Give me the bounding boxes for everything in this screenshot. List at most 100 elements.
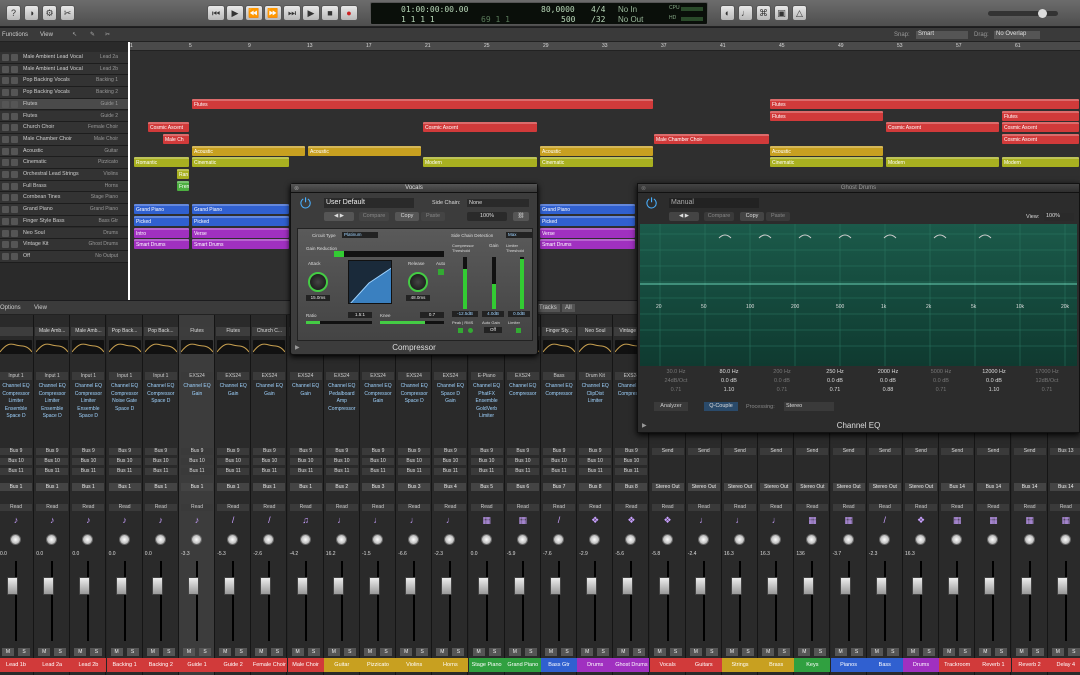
channel-strip[interactable]: Neo Soul Drum Kit Channel EQ ClipDist Limite… (577, 315, 614, 675)
mute-button[interactable]: M (291, 648, 304, 656)
qcouple-button[interactable]: Q-Couple (704, 402, 738, 411)
output-slot[interactable]: Bus 1 (72, 483, 105, 491)
channel-name[interactable]: Reverb 1 (975, 658, 1012, 672)
mute-button[interactable]: M (689, 648, 702, 656)
automation-mode[interactable]: Read (977, 504, 1010, 511)
channel-name[interactable]: Pizzicato (360, 658, 396, 672)
automation-mode[interactable]: Read (0, 504, 32, 511)
output-slot[interactable]: Stereo Out (760, 483, 793, 491)
region[interactable]: Acoustic (540, 145, 653, 156)
channel-strip[interactable]: Male Choir EXS24 Channel EQ Gain Bus 9 Bus 10… (287, 315, 324, 675)
eq-band-q[interactable]: 1.10 (974, 387, 1014, 393)
track-row[interactable]: Cornbean Tines Stage Piano (0, 192, 128, 205)
channel-name[interactable]: Vocals (649, 658, 686, 672)
automation-mode[interactable]: Read (434, 504, 467, 511)
mute-toggle[interactable] (2, 112, 9, 120)
plugin-slot[interactable]: Channel EQ (470, 383, 504, 389)
volume-fader[interactable] (586, 577, 598, 595)
solo-button[interactable]: S (199, 648, 211, 656)
track-row[interactable]: Vintage Kit Ghost Drums (0, 239, 128, 251)
output-slot[interactable]: Bus 7 (543, 483, 575, 491)
input-slot[interactable]: EXS24 (217, 372, 250, 380)
mute-toggle[interactable] (2, 229, 9, 237)
channel-name[interactable]: Lead 2b (70, 658, 107, 672)
mute-toggle[interactable] (2, 124, 9, 132)
region[interactable]: Male Ch (163, 133, 189, 144)
output-slot[interactable]: Bus 1 (181, 483, 213, 491)
output-slot[interactable]: Stereo Out (724, 483, 756, 491)
eq-thumbnail[interactable] (108, 340, 141, 354)
solo-button[interactable]: S (959, 648, 972, 656)
channel-name[interactable]: Drums (903, 658, 939, 672)
send-slot[interactable]: Bus 10 (325, 458, 358, 465)
solo-button[interactable]: S (705, 648, 718, 656)
automation-mode[interactable]: Read (941, 504, 974, 511)
eq-copy-button[interactable]: Copy (740, 212, 764, 221)
plugin-slot[interactable]: Ensemble (470, 398, 504, 404)
solo-button[interactable]: S (995, 648, 1008, 656)
channel-strip[interactable]: Church C... EXS24 Channel EQ Gain Bus 9 Bus 1… (251, 315, 288, 675)
region[interactable]: Verse (540, 227, 635, 238)
mute-toggle[interactable] (2, 171, 9, 178)
mute-button[interactable]: M (617, 648, 630, 656)
region[interactable]: Smart Drums (134, 239, 189, 250)
plugin-slot[interactable]: Compressor (397, 391, 431, 397)
channel-name[interactable]: Strings (722, 658, 758, 672)
send-slot[interactable]: Bus 11 (181, 468, 213, 475)
send-slot[interactable]: Bus 9 (470, 448, 503, 455)
plugin-slot[interactable]: Noise Gate (108, 398, 142, 404)
compare-button[interactable]: Compare (359, 212, 389, 221)
attack-value[interactable]: 15.0ms (306, 295, 330, 301)
mute-button[interactable]: M (146, 648, 159, 656)
plugin-slot[interactable]: Gain (433, 398, 467, 404)
send-slot[interactable]: Send (832, 448, 865, 455)
limiter-toggle[interactable] (516, 328, 521, 333)
send-slot[interactable]: Bus 11 (72, 468, 105, 475)
volume-fader[interactable] (694, 577, 706, 595)
plugin-slot[interactable]: Compressor (542, 391, 576, 397)
input-slot[interactable]: EXS24 (325, 372, 358, 380)
plugin-slot[interactable]: Compressor (0, 391, 33, 397)
solo-toggle[interactable] (11, 171, 18, 178)
channel-name[interactable]: Ghost Drums (613, 658, 650, 672)
send-slot[interactable]: Bus 13 (1049, 448, 1080, 455)
send-slot[interactable]: Bus 11 (108, 468, 141, 475)
volume-fader[interactable] (43, 577, 55, 595)
channel-name[interactable]: Male Choir (287, 658, 324, 672)
automation-mode[interactable]: Read (796, 504, 829, 511)
mute-button[interactable]: M (364, 648, 376, 656)
output-slot[interactable]: Bus 14 (977, 483, 1010, 491)
send-slot[interactable]: Bus 11 (217, 468, 250, 475)
mute-button[interactable]: M (979, 648, 992, 656)
solo-toggle[interactable] (11, 54, 18, 61)
solo-button[interactable]: S (162, 648, 175, 656)
lcd-display[interactable]: 01:00:00:00.00 1 1 1 1 69 1 1 80,0000 4/… (370, 2, 708, 25)
eq-band-gain[interactable]: 12dB/Oct (1027, 378, 1067, 384)
solo-toggle[interactable] (11, 147, 18, 155)
channel-name[interactable]: Trackroom (939, 658, 976, 672)
mute-toggle[interactable] (2, 159, 9, 167)
view-menu[interactable]: View (40, 32, 53, 38)
automation-mode[interactable]: Read (470, 504, 503, 511)
output-slot[interactable]: Bus 2 (325, 483, 358, 491)
volume-fader[interactable] (1020, 577, 1032, 595)
send-slot[interactable]: Bus 10 (144, 458, 177, 465)
send-slot[interactable]: Bus 11 (36, 468, 69, 475)
solo-button[interactable]: S (343, 648, 356, 656)
channel-name[interactable]: Delay 4 (1047, 658, 1080, 672)
solo-button[interactable]: S (1031, 648, 1044, 656)
peak-toggle[interactable] (458, 328, 463, 333)
automation-mode[interactable]: Read (398, 504, 431, 511)
plugin-slot[interactable]: Gain (180, 391, 214, 397)
eq-band-freq[interactable]: 17000 Hz (1027, 369, 1067, 375)
pan-knob[interactable] (987, 534, 999, 545)
eq-band-q[interactable]: 0.88 (868, 387, 908, 393)
eq-band-gain[interactable]: 24dB/Oct (656, 378, 696, 384)
volume-fader[interactable] (767, 577, 779, 595)
send-slot[interactable]: Bus 10 (615, 458, 648, 465)
automation-mode[interactable]: Read (362, 504, 394, 511)
eq-band-q[interactable]: 0.71 (1027, 387, 1067, 393)
plugin-slot[interactable]: Channel EQ (252, 383, 286, 389)
solo-button[interactable]: S (850, 648, 863, 656)
eq-compare-button[interactable]: Compare (704, 212, 734, 221)
